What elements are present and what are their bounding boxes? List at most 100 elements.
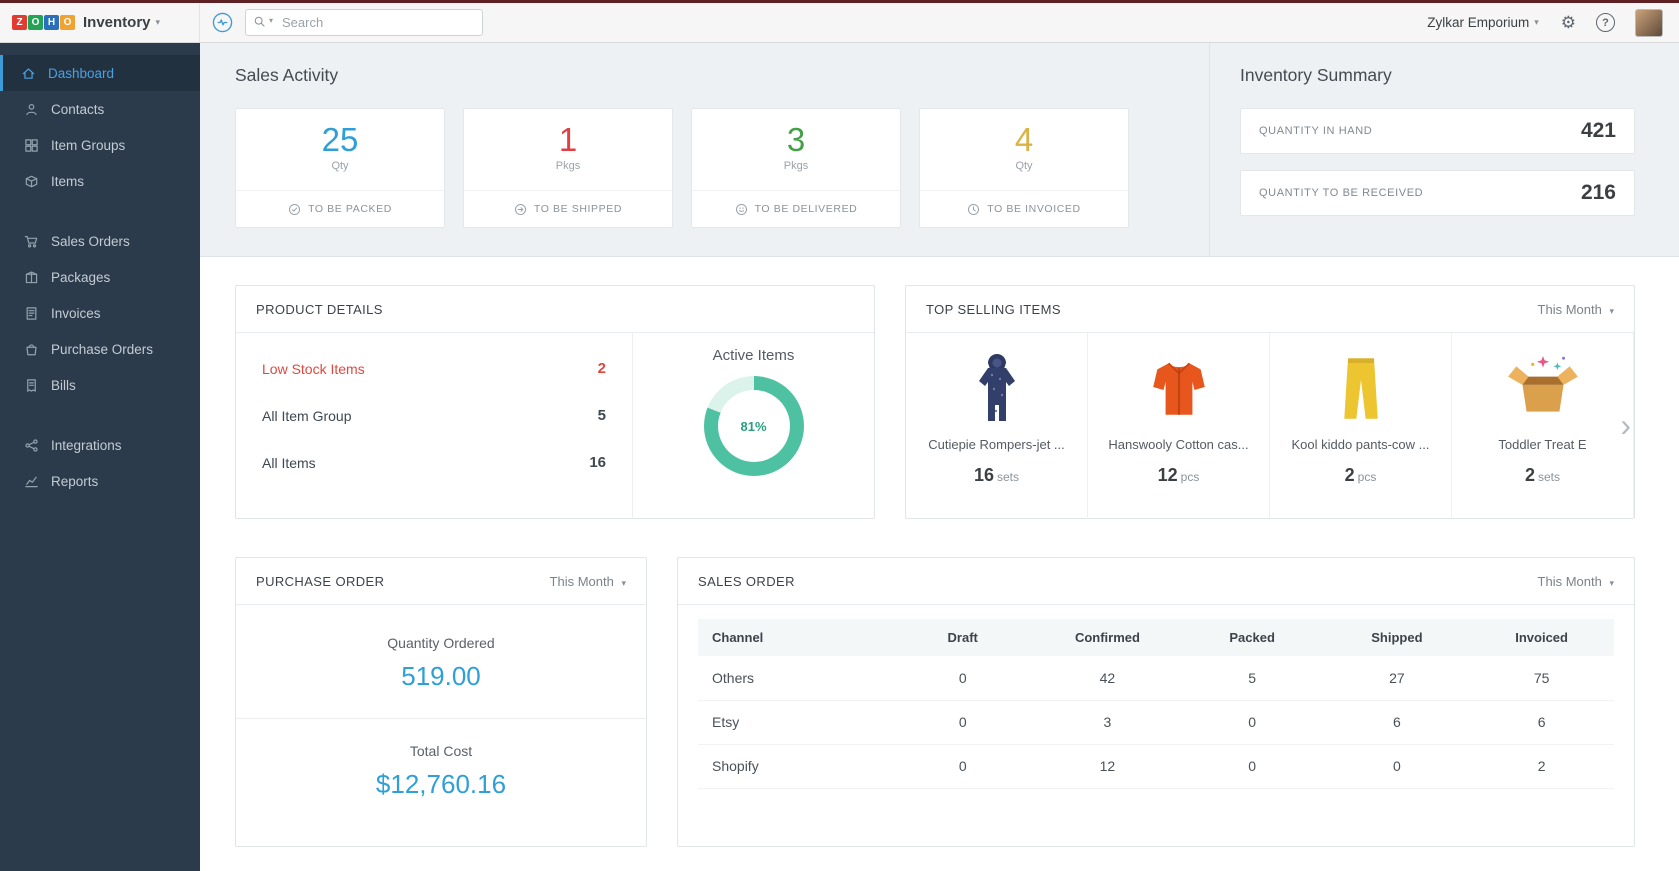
purchase-order-period-dropdown[interactable]: This Month ▾ (550, 574, 626, 589)
chevron-down-icon: ▾ (1534, 17, 1539, 27)
app-switcher[interactable]: Z O H O Inventory ▾ (0, 3, 200, 42)
card-value: 25 (321, 121, 359, 158)
delivered-smiley-icon (735, 203, 748, 216)
all-item-group-link[interactable]: All Item Group 5 (262, 392, 606, 439)
sidebar-item-purchase-orders[interactable]: Purchase Orders (0, 331, 200, 367)
pants-product-image (1282, 345, 1439, 433)
whats-new-icon[interactable] (212, 12, 233, 33)
cell: 0 (1179, 744, 1325, 789)
search-input[interactable] (245, 9, 483, 36)
column-header-confirmed: Confirmed (1035, 619, 1180, 656)
cell: 42 (1035, 656, 1180, 701)
pd-value: 16 (589, 454, 606, 471)
column-header-shipped: Shipped (1324, 619, 1470, 656)
invoiced-clock-icon (967, 203, 980, 216)
app-name: Inventory (83, 14, 151, 31)
sidebar-item-items[interactable]: Items (0, 163, 200, 199)
grid-icon (24, 138, 39, 153)
product-unit: sets (997, 470, 1020, 484)
bag-icon (24, 342, 39, 357)
all-items-link[interactable]: All Items 16 (262, 439, 606, 486)
to-be-delivered-card[interactable]: 3 Pkgs TO BE DELIVERED (691, 108, 901, 228)
user-avatar[interactable] (1635, 8, 1663, 37)
settings-gear-icon[interactable]: ⚙ (1561, 13, 1576, 33)
sidebar-item-item-groups[interactable]: Item Groups (0, 127, 200, 163)
chart-icon (24, 474, 39, 489)
low-stock-items-link[interactable]: Low Stock Items 2 (262, 345, 606, 392)
treat-box-product-image (1464, 345, 1621, 433)
help-icon[interactable]: ? (1596, 13, 1615, 32)
top-selling-item[interactable]: Kool kiddo pants-cow ... 2 pcs (1270, 333, 1452, 519)
search-scope-caret-icon[interactable]: ▾ (269, 16, 273, 25)
to-be-invoiced-card[interactable]: 4 Qty TO BE INVOICED (919, 108, 1129, 228)
product-unit: pcs (1357, 470, 1377, 484)
cell: 0 (1179, 700, 1325, 745)
sidebar-item-bills[interactable]: Bills (0, 367, 200, 403)
zoho-logo-letter: Z (12, 15, 27, 30)
inv-label: QUANTITY IN HAND (1259, 125, 1373, 137)
product-qty: 16 (973, 465, 994, 485)
sidebar-item-label: Dashboard (48, 65, 115, 81)
sidebar-item-reports[interactable]: Reports (0, 463, 200, 499)
column-header-channel: Channel (698, 619, 891, 656)
panel-title: PRODUCT DETAILS (256, 301, 383, 317)
active-items-percent: 81% (740, 418, 767, 434)
sidebar-item-label: Integrations (51, 437, 122, 453)
carousel-next-icon[interactable]: › (1620, 409, 1631, 441)
card-status: TO BE INVOICED (987, 203, 1081, 215)
pd-value: 5 (597, 407, 606, 424)
top-selling-period-dropdown[interactable]: This Month ▾ (1538, 302, 1614, 317)
org-selector[interactable]: Zylkar Emporium ▾ (1427, 15, 1539, 30)
product-unit: pcs (1180, 470, 1200, 484)
sidebar-item-sales-orders[interactable]: Sales Orders (0, 223, 200, 259)
top-selling-item[interactable]: Cutiepie Rompers-jet ... 16 sets (906, 333, 1088, 519)
sidebar-item-invoices[interactable]: Invoices (0, 295, 200, 331)
panel-title: TOP SELLING ITEMS (926, 301, 1061, 317)
column-header-packed: Packed (1179, 619, 1325, 656)
cardigan-product-image (1100, 345, 1257, 433)
sidebar-item-integrations[interactable]: Integrations (0, 427, 200, 463)
sidebar-item-packages[interactable]: Packages (0, 259, 200, 295)
search-icon (253, 15, 266, 33)
share-nodes-icon (24, 438, 39, 453)
chevron-down-icon: ▾ (1609, 577, 1614, 588)
product-name: Kool kiddo pants-cow ... (1291, 437, 1430, 452)
product-name: Cutiepie Rompers-jet ... (928, 437, 1065, 452)
cell: 27 (1324, 656, 1470, 701)
cell-channel: Shopify (698, 744, 891, 789)
sales-order-period-dropdown[interactable]: This Month ▾ (1538, 574, 1614, 589)
card-unit: Qty (331, 160, 349, 173)
chevron-down-icon: ▾ (155, 17, 161, 27)
cell: 2 (1469, 744, 1614, 789)
romper-product-image (918, 345, 1075, 433)
sidebar-item-label: Contacts (51, 101, 105, 117)
pd-label: All Items (262, 454, 316, 471)
cell-channel: Others (698, 656, 891, 701)
sidebar-item-dashboard[interactable]: Dashboard (0, 55, 200, 91)
card-status: TO BE DELIVERED (754, 203, 858, 215)
to-be-packed-card[interactable]: 25 Qty TO BE PACKED (235, 108, 445, 228)
shipped-arrow-icon (514, 203, 527, 216)
quantity-in-hand-row[interactable]: QUANTITY IN HAND 421 (1240, 108, 1635, 154)
document-icon (24, 306, 39, 321)
sidebar-item-label: Purchase Orders (51, 341, 154, 357)
top-selling-items-panel: TOP SELLING ITEMS This Month ▾ Cutiepie … (905, 285, 1635, 519)
card-unit: Pkgs (555, 160, 581, 173)
pd-label: Low Stock Items (262, 360, 365, 377)
table-row: Shopify 0 12 0 0 2 (698, 744, 1614, 789)
to-be-shipped-card[interactable]: 1 Pkgs TO BE SHIPPED (463, 108, 673, 228)
dashboard-summary-strip: Sales Activity 25 Qty TO BE PACKED 1 Pkg… (200, 43, 1679, 257)
global-search: ▾ (245, 9, 483, 36)
top-selling-item[interactable]: Hanswooly Cotton cas... 12 pcs (1088, 333, 1270, 519)
top-selling-item[interactable]: Toddler Treat E 2 sets (1452, 333, 1634, 519)
purchase-order-panel: PURCHASE ORDER This Month ▾ Quantity Ord… (235, 557, 647, 847)
sidebar-item-contacts[interactable]: Contacts (0, 91, 200, 127)
quantity-to-be-received-row[interactable]: QUANTITY TO BE RECEIVED 216 (1240, 170, 1635, 216)
card-value: 4 (1014, 121, 1034, 158)
sidebar-item-label: Item Groups (51, 137, 126, 153)
column-header-invoiced: Invoiced (1469, 619, 1614, 656)
active-items-donut: 81% (703, 376, 804, 476)
chevron-down-icon: ▾ (1609, 305, 1614, 316)
sidebar-item-label: Reports (51, 473, 99, 489)
cell-channel: Etsy (698, 700, 891, 745)
